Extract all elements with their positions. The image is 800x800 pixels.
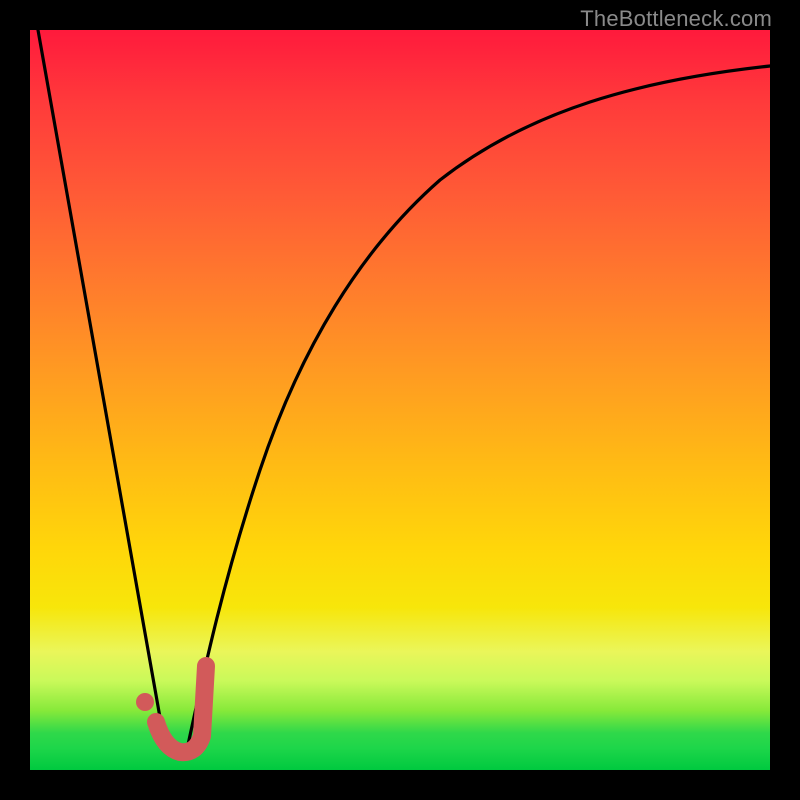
- curve-right-branch: [186, 66, 770, 754]
- curve-left-branch: [38, 30, 164, 740]
- marker-dot: [136, 693, 154, 711]
- watermark-text: TheBottleneck.com: [580, 6, 772, 32]
- chart-frame: TheBottleneck.com: [0, 0, 800, 800]
- chart-overlay: [30, 30, 770, 770]
- marker-j: [156, 666, 206, 752]
